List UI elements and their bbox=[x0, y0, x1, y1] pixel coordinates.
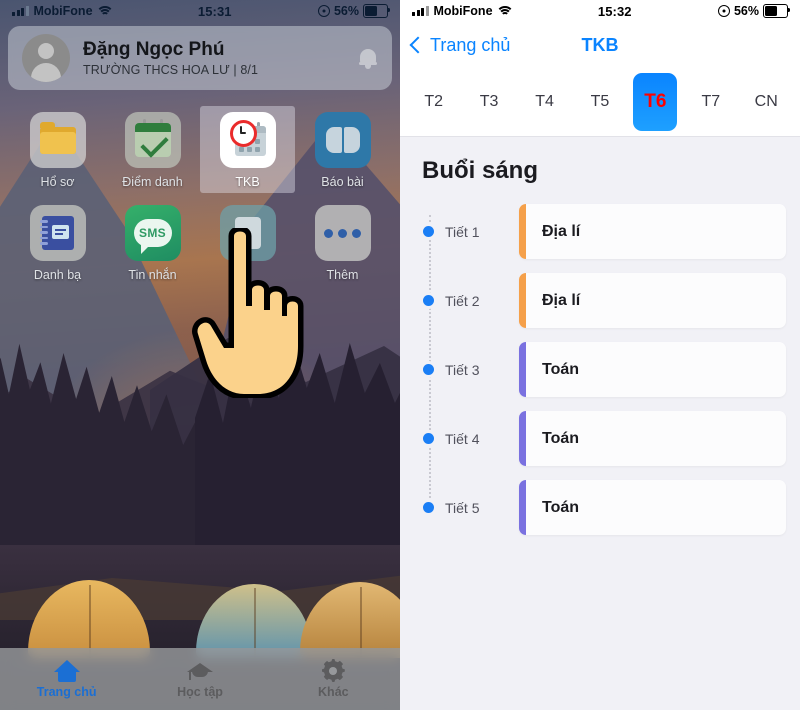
chevron-left-icon bbox=[409, 36, 427, 53]
subject-accent-bar bbox=[519, 480, 526, 535]
day-tab-t5[interactable]: T5 bbox=[578, 73, 622, 131]
more-dots-icon bbox=[314, 205, 371, 261]
period-label: Tiết 2 bbox=[445, 292, 480, 309]
tab-label: Trang chủ bbox=[36, 684, 97, 699]
left-phone-home-screen: MobiFone 15:31 56% Đặng Ngọc Phú TRƯỜNG … bbox=[0, 0, 400, 710]
wifi-icon bbox=[495, 5, 514, 17]
app-tile-danh-ba[interactable]: Danh bạ bbox=[10, 199, 105, 286]
timeline-dot bbox=[423, 433, 434, 444]
tab-hoc-tap[interactable]: Học tập bbox=[133, 660, 266, 699]
subject-card[interactable]: Toán bbox=[519, 411, 786, 466]
tab-label: Khác bbox=[318, 685, 349, 699]
battery-percent-label: 56% bbox=[733, 4, 759, 18]
period-row[interactable]: Tiết 3 Toán bbox=[414, 335, 786, 404]
tab-label: Học tập bbox=[177, 684, 223, 699]
subject-card[interactable]: Địa lí bbox=[519, 273, 786, 328]
clock-label: 15:31 bbox=[197, 3, 232, 19]
bottom-tab-bar: Trang chủ Học tập Khác bbox=[0, 648, 400, 710]
subject-accent-bar bbox=[519, 342, 526, 397]
period-row[interactable]: Tiết 1 Địa lí bbox=[414, 197, 786, 266]
period-timeline: Tiết 1 Địa lí Tiết 2 Địa lí Tiết 3 Toán … bbox=[400, 189, 800, 542]
subject-card[interactable]: Toán bbox=[519, 342, 786, 397]
day-selector: T2 T3 T4 T5 T6 T7 CN bbox=[400, 68, 800, 137]
sms-bubble-icon: SMS bbox=[124, 205, 181, 261]
subject-accent-bar bbox=[519, 204, 526, 259]
home-icon bbox=[53, 659, 80, 682]
location-services-icon bbox=[317, 5, 330, 17]
gear-icon bbox=[321, 659, 345, 682]
day-tab-t7[interactable]: T7 bbox=[689, 73, 733, 131]
profile-school: TRƯỜNG THCS HOA LƯ | 8/1 bbox=[83, 62, 259, 77]
tab-trang-chu[interactable]: Trang chủ bbox=[0, 659, 133, 699]
left-status-bar: MobiFone 15:31 56% bbox=[0, 0, 400, 22]
timeline-dot bbox=[423, 295, 434, 306]
battery-percent-label: 56% bbox=[333, 4, 359, 18]
subject-accent-bar bbox=[519, 273, 526, 328]
app-tile-tin-nhan[interactable]: SMS Tin nhắn bbox=[105, 199, 200, 286]
subject-card[interactable]: Địa lí bbox=[519, 204, 786, 259]
notebook-icon bbox=[29, 205, 86, 261]
wifi-icon bbox=[95, 5, 114, 17]
subject-label: Toán bbox=[542, 360, 580, 378]
subject-label: Địa lí bbox=[542, 291, 581, 309]
tab-khac[interactable]: Khác bbox=[267, 659, 400, 699]
graduation-cap-icon bbox=[186, 660, 213, 682]
day-tab-t6[interactable]: T6 bbox=[633, 73, 678, 131]
calendar-check-icon bbox=[124, 112, 181, 168]
location-services-icon bbox=[717, 5, 730, 17]
timeline-dot bbox=[423, 364, 434, 375]
day-tab-t3[interactable]: T3 bbox=[467, 73, 511, 131]
period-row[interactable]: Tiết 2 Địa lí bbox=[414, 266, 786, 335]
app-label: Điểm danh bbox=[122, 175, 183, 189]
subject-card[interactable]: Toán bbox=[519, 480, 786, 535]
app-label: TKB bbox=[235, 175, 260, 189]
app-tile-ho-so[interactable]: Hổ sơ bbox=[10, 106, 105, 193]
period-label: Tiết 5 bbox=[445, 499, 480, 516]
app-label: Thêm bbox=[326, 268, 359, 282]
app-tile-diem-danh[interactable]: Điểm danh bbox=[105, 106, 200, 193]
app-label: Danh bạ bbox=[33, 268, 82, 282]
right-phone-tkb-screen: MobiFone 15:32 56% Trang chủ TKB T2 T3 T… bbox=[400, 0, 800, 710]
battery-icon bbox=[363, 3, 391, 19]
signal-bars-icon bbox=[412, 6, 429, 16]
app-label: Báo bài bbox=[321, 175, 364, 189]
clock-label: 15:32 bbox=[597, 3, 632, 19]
day-tab-t4[interactable]: T4 bbox=[523, 73, 567, 131]
folder-icon bbox=[29, 112, 86, 168]
profile-name: Đặng Ngọc Phú bbox=[83, 39, 225, 61]
period-label: Tiết 3 bbox=[445, 361, 480, 378]
right-status-bar: MobiFone 15:32 56% bbox=[400, 0, 800, 22]
carrier-label: MobiFone bbox=[433, 4, 493, 18]
back-button[interactable]: Trang chủ bbox=[409, 34, 511, 56]
app-label: Tin nhắn bbox=[128, 268, 177, 282]
timeline-dot bbox=[423, 226, 434, 237]
navigation-bar: Trang chủ TKB bbox=[400, 22, 800, 68]
back-label: Trang chủ bbox=[430, 34, 511, 55]
period-label: Tiết 4 bbox=[445, 430, 480, 447]
day-tab-t2[interactable]: T2 bbox=[412, 73, 456, 131]
signal-bars-icon bbox=[12, 6, 29, 16]
subject-label: Toán bbox=[542, 429, 580, 447]
day-tab-cn[interactable]: CN bbox=[744, 73, 788, 131]
subject-label: Địa lí bbox=[542, 222, 581, 240]
subject-accent-bar bbox=[519, 411, 526, 466]
subject-label: Toán bbox=[542, 498, 580, 516]
app-label: Hổ sơ bbox=[40, 175, 75, 189]
app-tile-bao-bai[interactable]: Báo bài bbox=[295, 106, 390, 193]
period-row[interactable]: Tiết 5 Toán bbox=[414, 473, 786, 542]
notification-bell-icon[interactable] bbox=[358, 46, 378, 70]
dual-phone-screenshot: MobiFone 15:31 56% Đặng Ngọc Phú TRƯỜNG … bbox=[0, 0, 800, 710]
app-tile-tkb[interactable]: TKB bbox=[200, 106, 295, 193]
avatar bbox=[22, 34, 70, 82]
open-book-icon bbox=[314, 112, 371, 168]
period-row[interactable]: Tiết 4 Toán bbox=[414, 404, 786, 473]
pointing-hand-cursor-icon bbox=[192, 228, 304, 398]
carrier-label: MobiFone bbox=[33, 4, 93, 18]
period-label: Tiết 1 bbox=[445, 223, 480, 240]
profile-card[interactable]: Đặng Ngọc Phú TRƯỜNG THCS HOA LƯ | 8/1 bbox=[8, 26, 392, 90]
timeline-dot bbox=[423, 502, 434, 513]
battery-icon bbox=[763, 3, 791, 19]
clock-calendar-icon bbox=[219, 112, 276, 168]
section-title-morning: Buổi sáng bbox=[422, 157, 539, 184]
